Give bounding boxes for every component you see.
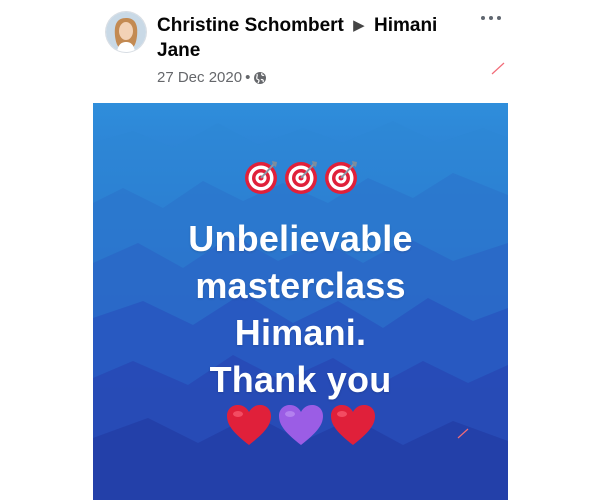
post-meta: 27 Dec 2020 • [157,68,267,88]
post-image[interactable]: Unbelievable masterclass Himani. Thank y… [93,103,508,500]
post-timestamp[interactable]: 27 Dec 2020 [157,68,242,88]
target-emoji-row [93,159,508,195]
red-heart-icon [226,405,271,445]
message-line: Thank you [209,359,392,400]
heart-emoji-row [93,403,508,447]
red-heart-icon [330,405,375,445]
post-title: Christine Schombert ▶ Himani Jane [157,14,477,63]
message-line: masterclass [195,265,406,306]
more-options-icon[interactable] [478,8,504,28]
arrow-right-icon: ▶ [353,17,365,34]
post-header: Christine Schombert ▶ Himani Jane 27 Dec… [0,0,600,100]
globe-icon[interactable] [253,71,267,85]
author-avatar[interactable] [106,12,146,52]
message-line: Unbelievable [188,218,413,259]
meta-separator: • [245,69,251,86]
target-icon [244,161,277,194]
post-message: Unbelievable masterclass Himani. Thank y… [93,215,508,403]
message-line: Himani. [234,312,367,353]
purple-heart-icon [278,405,323,445]
target-icon [284,161,317,194]
scribble-mark [491,62,505,75]
author-name-link[interactable]: Christine Schombert [157,15,344,36]
target-icon [324,161,357,194]
